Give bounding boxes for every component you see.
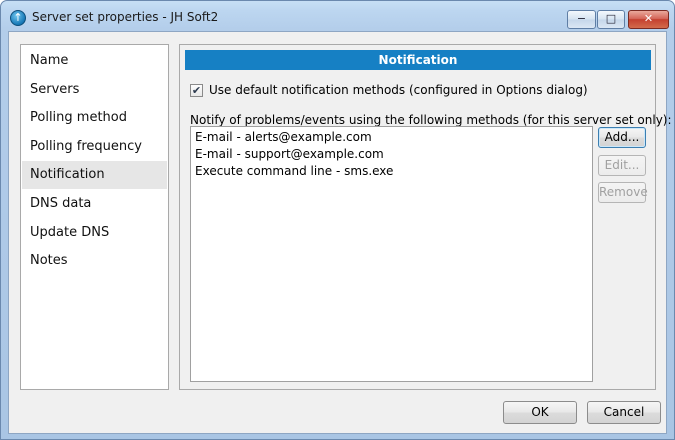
nav-item-servers[interactable]: Servers [22, 76, 167, 104]
close-button[interactable]: ✕ [628, 10, 669, 29]
ok-button[interactable]: OK [503, 401, 577, 424]
cancel-button[interactable]: Cancel [587, 401, 661, 424]
edit-button[interactable]: Edit... [598, 155, 646, 176]
add-button[interactable]: Add... [598, 127, 646, 148]
remove-button[interactable]: Remove [598, 182, 648, 203]
list-item[interactable]: Execute command line - sms.exe [195, 163, 393, 179]
panel-header: Notification [185, 50, 651, 70]
minimize-button[interactable]: − [567, 10, 596, 29]
notification-methods-list[interactable]: E-mail - alerts@example.com E-mail - sup… [190, 126, 593, 382]
nav-item-polling-method[interactable]: Polling method [22, 104, 167, 132]
maximize-button[interactable]: □ [597, 10, 625, 29]
nav-item-dns-data[interactable]: DNS data [22, 190, 167, 218]
dialog-body: Name Servers Polling method Polling freq… [8, 31, 672, 434]
use-default-label[interactable]: Use default notification methods (config… [209, 83, 588, 97]
list-item[interactable]: E-mail - support@example.com [195, 146, 384, 162]
nav-item-notification[interactable]: Notification [22, 161, 167, 189]
nav-item-notes[interactable]: Notes [22, 247, 167, 275]
notification-panel: Notification ✔ Use default notification … [179, 44, 672, 390]
app-logo-icon[interactable]: ↑ [10, 10, 26, 26]
nav-item-update-dns[interactable]: Update DNS [22, 219, 167, 247]
title-bar[interactable]: ↑ Server set properties - JH Soft2 − □ ✕ [1, 1, 674, 31]
category-list[interactable]: Name Servers Polling method Polling freq… [20, 44, 169, 390]
window-title: Server set properties - JH Soft2 [32, 10, 219, 24]
checkmark-icon: ✔ [191, 84, 202, 97]
dialog-window: ↑ Server set properties - JH Soft2 − □ ✕… [0, 0, 675, 440]
nav-item-polling-frequency[interactable]: Polling frequency [22, 133, 167, 161]
list-item[interactable]: E-mail - alerts@example.com [195, 129, 372, 145]
use-default-checkbox[interactable]: ✔ [190, 84, 203, 97]
notify-methods-label: Notify of problems/events using the foll… [190, 113, 672, 127]
nav-item-name[interactable]: Name [22, 47, 167, 75]
